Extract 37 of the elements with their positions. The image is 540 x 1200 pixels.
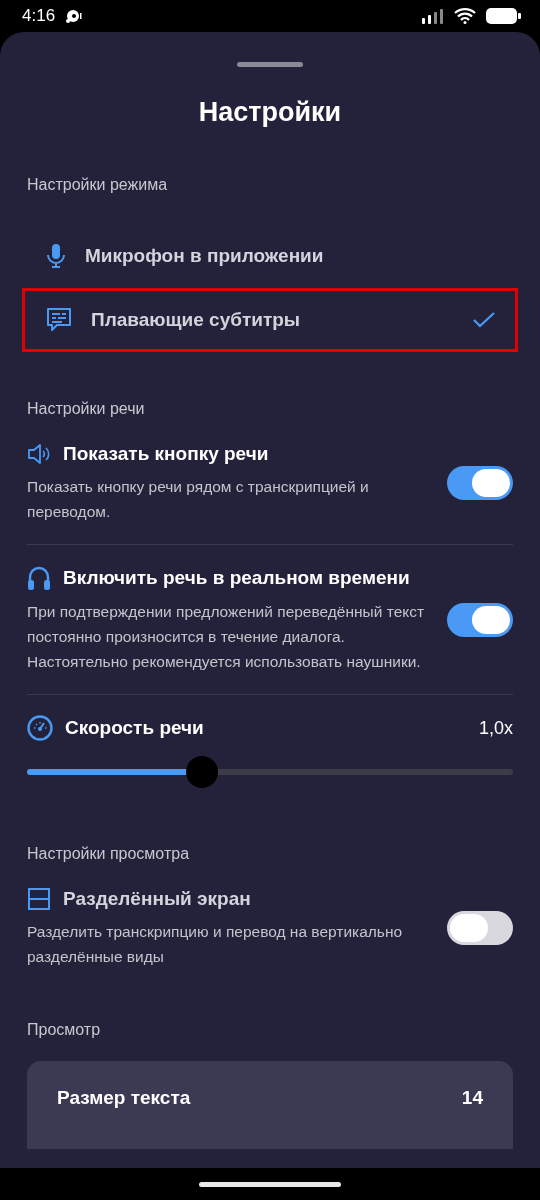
card-value: 14 [461, 1087, 483, 1109]
section-heading: Настройки речи [27, 400, 146, 418]
mode-option[interactable]: Плавающие субтитры [22, 288, 518, 352]
text-size-card[interactable]: Размер текста 14 [27, 1061, 513, 1149]
setting-title: Показать кнопку речи [63, 443, 270, 465]
toggle-switch[interactable] [447, 911, 513, 945]
section-heading: Настройки режима [27, 176, 169, 194]
wifi-icon [454, 8, 476, 24]
microphone-icon [45, 243, 67, 269]
setting-description: При подтверждении предложений переведённый текст постоянно произносится в течение диалога. Настоятельно рекомендуется использовать наушники. [27, 602, 426, 672]
setting-title: Включить речь в реальном времени [63, 567, 411, 589]
speed-slider[interactable] [27, 755, 513, 789]
setting-description: Показать кнопку речи рядом с транскрипцией и переводом. [27, 477, 370, 522]
signal-icon [422, 8, 444, 24]
notification-icon [65, 8, 84, 24]
toggle-switch[interactable] [447, 466, 513, 500]
section-heading: Просмотр [27, 1021, 102, 1039]
section-heading: Настройки просмотра [27, 845, 191, 863]
home-indicator[interactable] [199, 1181, 341, 1187]
checkmark-icon [473, 312, 495, 328]
headphones-icon [27, 565, 51, 591]
sheet-title: Настройки [197, 97, 343, 128]
drag-handle[interactable] [237, 62, 303, 67]
slider-thumb[interactable] [185, 756, 218, 788]
split-screen-icon [27, 887, 51, 911]
chat-bubble-icon [45, 306, 73, 334]
card-label: Размер текста [57, 1087, 191, 1109]
speed-reading: 1,0x [478, 717, 513, 739]
speaker-icon [27, 442, 51, 466]
toggle-switch[interactable] [447, 602, 513, 637]
speedometer-icon [27, 715, 53, 741]
mode-option[interactable]: Микрофон в приложении [22, 224, 518, 288]
setting-description: Разделить транскрипцию и перевод на вертикально разделённые виды [27, 922, 404, 967]
battery-icon [486, 7, 522, 25]
setting-title: Разделённый экран [63, 888, 252, 910]
status-time: 4:16 [22, 6, 56, 26]
setting-title: Скорость речи [65, 717, 205, 739]
